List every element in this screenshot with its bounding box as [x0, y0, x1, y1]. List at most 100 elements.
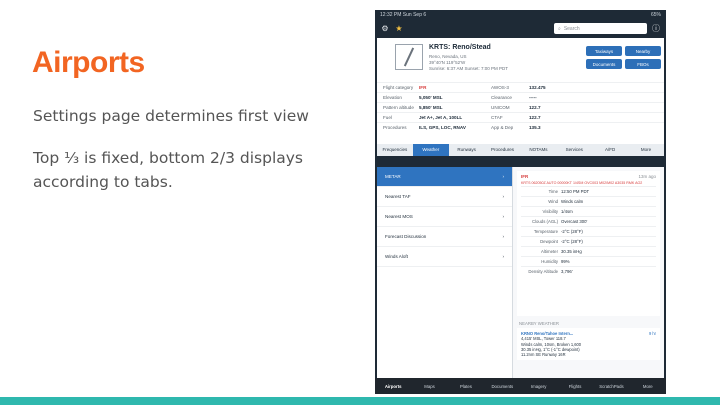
nav-plates[interactable]: Plates: [448, 384, 484, 389]
metar-key: Altimeter: [541, 249, 558, 254]
metar-detail: IFR 13m ago KRTS 062050Z AUTO 00000KT 1/…: [513, 167, 664, 378]
taxiways-button[interactable]: Taxiways: [586, 46, 622, 56]
grid-value: 135.3: [529, 125, 541, 130]
airport-title: KRTS: Reno/Stead: [429, 44, 491, 51]
airport-sun-times: Sunrise: 6:37 AM Sunset: 7:00 PM PDT: [429, 66, 509, 71]
metar-key: Time: [548, 189, 558, 194]
nav-imagery[interactable]: Imagery: [521, 384, 557, 389]
grid-row: Pattern altitude 5,850' MSL UNICOM 122.7: [377, 102, 664, 112]
weather-panel: METAR › Nearest TAF › Nearest MOS › Forecas…: [377, 167, 664, 378]
grid-value: IFR: [419, 85, 427, 90]
metar-key: Dewpoint: [540, 239, 558, 244]
tab-runways[interactable]: Runways: [449, 144, 485, 156]
chevron-right-icon: ›: [502, 194, 504, 199]
tab-frequencies[interactable]: Frequencies: [377, 144, 413, 156]
grid-row: Flight category IFR AWOS-3 132.475: [377, 82, 664, 92]
nearby-button[interactable]: Nearby: [625, 46, 661, 56]
tab-afd[interactable]: A/FD: [592, 144, 628, 156]
info-icon[interactable]: ⓘ: [651, 24, 661, 34]
airport-header: KRTS: Reno/Stead Reno, Nevada, US 39°40'…: [377, 38, 664, 144]
search-placeholder: Search: [563, 25, 580, 32]
chevron-right-icon: ›: [502, 234, 504, 239]
top-bar: ⚙ ★ ⌕ Search ⓘ: [375, 19, 666, 38]
grid-label: Clearance: [491, 95, 512, 100]
nav-scratchpads[interactable]: ScratchPads: [593, 384, 629, 389]
list-item-forecast-discussion[interactable]: Forecast Discussion ›: [377, 227, 512, 247]
metar-value: -2°C (28°F): [561, 239, 583, 244]
tab-notams[interactable]: NOTAMs: [521, 144, 557, 156]
metar-key: Clouds (AGL): [531, 219, 558, 224]
airport-tabs: Frequencies Weather Runways Procedures N…: [377, 144, 664, 156]
metar-value: Winds calm: [561, 199, 584, 204]
nearby-weather-label: NEARBY WEATHER: [519, 321, 559, 326]
list-item-nearest-taf[interactable]: Nearest TAF ›: [377, 187, 512, 207]
metar-value: 30.35 inHg: [561, 249, 582, 254]
grid-label: App & Dep: [491, 125, 514, 130]
metar-key: Humidity: [541, 259, 558, 264]
list-item-label: Forecast Discussion: [385, 234, 427, 239]
search-icon: ⌕: [558, 25, 561, 32]
documents-button[interactable]: Documents: [586, 59, 622, 69]
nav-maps[interactable]: Maps: [411, 384, 447, 389]
slide-text-line1: Settings page determines first view: [33, 107, 309, 125]
tab-weather[interactable]: Weather: [412, 144, 449, 156]
grid-label: Pattern altitude: [383, 105, 414, 110]
metar-value: 99%: [561, 259, 570, 264]
accent-bar: [0, 397, 720, 405]
search-input[interactable]: ⌕ Search: [554, 23, 647, 34]
grid-value: -----: [529, 95, 537, 100]
grid-label: Flight category: [383, 85, 414, 90]
grid-value: 132.475: [529, 85, 546, 90]
list-item-nearest-mos[interactable]: Nearest MOS ›: [377, 207, 512, 227]
status-right: 65%: [650, 11, 661, 18]
tab-services[interactable]: Services: [556, 144, 592, 156]
metar-value: 3,796': [561, 269, 573, 274]
metar-row: Clouds (AGL) Overcast 300': [521, 216, 656, 226]
metar-raw-text: KRTS 062050Z AUTO 00000KT 1/4SM OVC003 M…: [521, 181, 643, 185]
chevron-right-icon: ›: [502, 254, 504, 259]
tab-procedures[interactable]: Procedures: [485, 144, 521, 156]
grid-value: 122.7: [529, 105, 541, 110]
metar-row: Dewpoint -2°C (28°F): [521, 236, 656, 246]
nav-flights[interactable]: Flights: [557, 384, 593, 389]
airport-diagram-icon[interactable]: [395, 44, 423, 70]
ipad-screenshot: 12:32 PM Sun Sep 6 65% ⚙ ★ ⌕ Search ⓘ KR…: [375, 10, 666, 394]
nav-documents[interactable]: Documents: [484, 384, 520, 389]
fbos-button[interactable]: FBOs: [625, 59, 661, 69]
bottom-nav: Airports Maps Plates Documents Imagery F…: [375, 378, 666, 394]
list-item-label: Winds Aloft: [385, 254, 408, 259]
airport-info-grid: Flight category IFR AWOS-3 132.475 Eleva…: [377, 82, 664, 132]
settings-gear-icon[interactable]: ⚙: [380, 24, 390, 34]
metar-row: Wind Winds calm: [521, 196, 656, 206]
grid-label: CTAF: [491, 115, 503, 120]
chevron-right-icon: ›: [502, 174, 504, 179]
list-item-label: Nearest TAF: [385, 194, 411, 199]
metar-key: Wind: [548, 199, 558, 204]
list-item-winds-aloft[interactable]: Winds Aloft ›: [377, 247, 512, 267]
nearby-weather-item[interactable]: KRNO Reno/Tahoe Intern... 9 hr 4,415' MS…: [517, 328, 660, 361]
metar-row: Density Altitude 3,796': [521, 266, 656, 276]
weather-menu: METAR › Nearest TAF › Nearest MOS › Forecas…: [377, 167, 513, 378]
nearby-line: 11.2nm SE Runway 16R: [521, 352, 566, 358]
grid-row: Elevation 5,050' MSL Clearance -----: [377, 92, 664, 102]
slide-title: Airports: [32, 46, 145, 79]
grid-row: Procedures ILS, GPS, LOC, RNAV App & Dep…: [377, 122, 664, 132]
slide-text-line2: Top ⅓ is fixed, bottom 2/3 displays acco…: [33, 149, 304, 191]
nav-more[interactable]: More: [630, 384, 666, 389]
list-item-metar[interactable]: METAR ›: [377, 167, 512, 187]
grid-label: UNICOM: [491, 105, 510, 110]
flight-category-badge: IFR: [521, 174, 529, 179]
nav-airports[interactable]: Airports: [375, 384, 411, 389]
metar-row: Humidity 99%: [521, 256, 656, 266]
tab-more[interactable]: More: [628, 144, 664, 156]
status-left: 12:32 PM Sun Sep 6: [380, 11, 427, 18]
grid-label: Fuel: [383, 115, 392, 120]
favorites-star-icon[interactable]: ★: [394, 24, 404, 34]
grid-label: Elevation: [383, 95, 402, 100]
metar-key: Temperature: [533, 229, 558, 234]
metar-key: Density Altitude: [528, 269, 558, 274]
metar-row: Time 12:50 PM PDT: [521, 186, 656, 196]
metar-value: 1/4sm: [561, 209, 573, 214]
metar-card: IFR 13m ago KRTS 062050Z AUTO 00000KT 1/…: [517, 171, 660, 316]
chevron-right-icon: ›: [502, 214, 504, 219]
